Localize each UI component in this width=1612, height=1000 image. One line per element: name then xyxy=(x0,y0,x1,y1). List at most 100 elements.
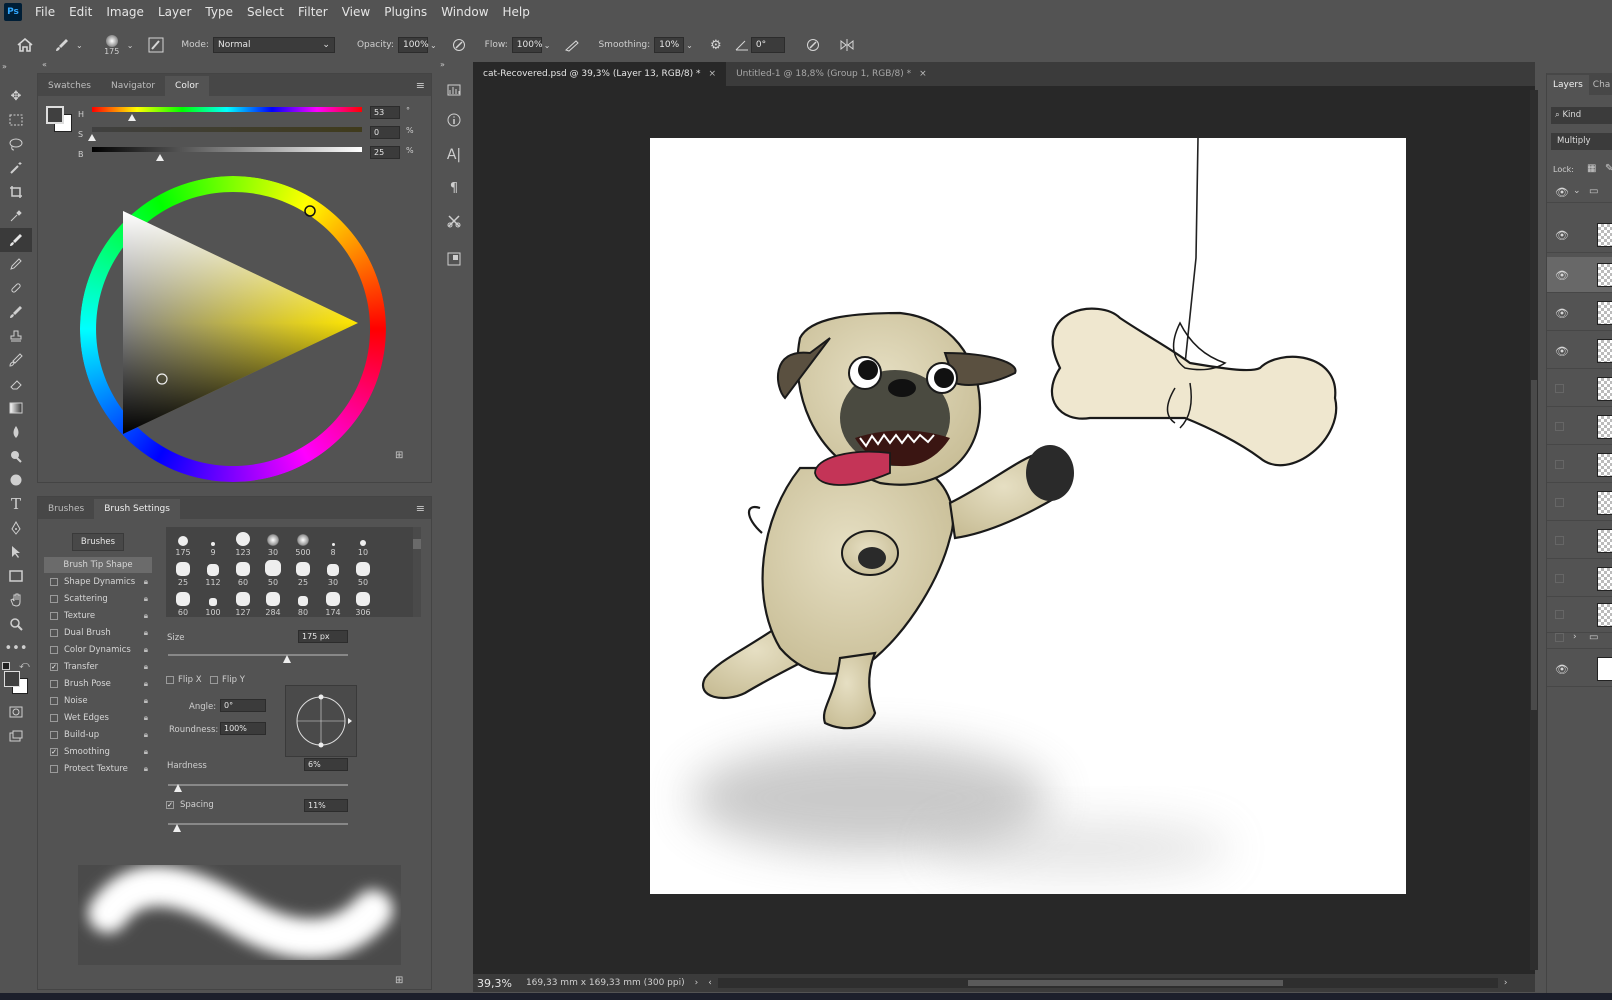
setting-checkbox[interactable] xyxy=(50,680,58,688)
tab-channels[interactable]: Cha xyxy=(1589,75,1612,95)
eye-icon[interactable]: 👁︎ xyxy=(1555,307,1569,320)
visibility-off-box[interactable] xyxy=(1555,536,1564,545)
menu-help[interactable]: Help xyxy=(496,0,537,24)
spacing-checkbox[interactable]: ✓ Spacing xyxy=(166,800,214,810)
lock-icon[interactable]: 🔒︎ xyxy=(144,730,148,740)
menu-view[interactable]: View xyxy=(335,0,377,24)
vertical-scrollbar[interactable] xyxy=(1530,90,1538,970)
paragraph-panel-icon[interactable]: ¶ xyxy=(438,175,470,201)
brush-tool-preset-icon[interactable] xyxy=(48,37,76,53)
saturation-slider[interactable] xyxy=(92,127,362,132)
tab-swatches[interactable]: Swatches xyxy=(38,76,101,96)
pencil-tool-icon[interactable] xyxy=(0,252,32,276)
brush-tip-preset[interactable]: 60 xyxy=(228,557,258,587)
foreground-chip[interactable] xyxy=(46,106,64,124)
move-tool-icon[interactable]: ✥ xyxy=(0,84,32,108)
brush-tip-preset[interactable]: 50 xyxy=(258,557,288,587)
info-icon[interactable] xyxy=(438,105,470,135)
visibility-off-box[interactable] xyxy=(1555,422,1564,431)
lock-icon[interactable]: 🔒︎ xyxy=(144,662,148,672)
layer-row[interactable] xyxy=(1547,523,1612,559)
lock-transparency-icon[interactable]: ▦ xyxy=(1587,163,1596,174)
brush-tip-preset[interactable]: 80 xyxy=(288,587,318,617)
opacity-field[interactable]: 100% xyxy=(397,37,429,53)
hue-slider-thumb[interactable] xyxy=(127,114,136,121)
scroll-left-icon[interactable]: ‹ xyxy=(708,978,712,988)
history-brush-tool-icon[interactable] xyxy=(0,348,32,372)
tip-grid-scrollbar[interactable] xyxy=(413,527,421,617)
setting-checkbox[interactable] xyxy=(50,714,58,722)
layer-group-row[interactable]: 👁︎ ⌄ ▭ xyxy=(1547,183,1612,203)
brush-setting-noise[interactable]: Noise 🔒︎ xyxy=(44,693,152,709)
menu-plugins[interactable]: Plugins xyxy=(377,0,434,24)
mixer-brush-tool-icon[interactable] xyxy=(0,300,32,324)
close-icon[interactable]: × xyxy=(919,62,927,86)
lasso-tool-icon[interactable] xyxy=(0,132,32,156)
layer-row[interactable] xyxy=(1547,597,1612,633)
lock-icon[interactable]: 🔒︎ xyxy=(144,577,148,587)
layer-row[interactable]: 👁︎ xyxy=(1547,257,1612,293)
brush-tip-preset[interactable]: 30 xyxy=(318,557,348,587)
magic-wand-tool-icon[interactable] xyxy=(0,156,32,180)
eraser-tool-icon[interactable] xyxy=(0,372,32,396)
sponge-tool-icon[interactable] xyxy=(0,468,32,492)
menu-select[interactable]: Select xyxy=(240,0,291,24)
brush-tip-preset[interactable]: 10 xyxy=(348,527,378,557)
setting-checkbox[interactable] xyxy=(50,629,58,637)
hardness-slider[interactable] xyxy=(168,784,348,786)
brush-angle-field[interactable]: 0° xyxy=(750,37,785,53)
brush-setting-protect-texture[interactable]: Protect Texture 🔒︎ xyxy=(44,761,152,777)
lock-icon[interactable]: 🔒︎ xyxy=(144,679,148,689)
brush-setting-wet-edges[interactable]: Wet Edges 🔒︎ xyxy=(44,710,152,726)
layer-row[interactable] xyxy=(1547,409,1612,445)
menu-edit[interactable]: Edit xyxy=(62,0,99,24)
brush-tip-preset[interactable]: 60 xyxy=(168,587,198,617)
brush-setting-color-dynamics[interactable]: Color Dynamics 🔒︎ xyxy=(44,642,152,658)
layer-row[interactable]: 👁︎ xyxy=(1547,295,1612,331)
brightness-slider-thumb[interactable] xyxy=(155,154,164,161)
layer-filter-kind[interactable]: ⌕ Kind xyxy=(1551,107,1612,124)
eyedropper-tool-icon[interactable] xyxy=(0,204,32,228)
spacing-slider-thumb[interactable] xyxy=(173,824,181,832)
gradient-tool-icon[interactable] xyxy=(0,396,32,420)
setting-checkbox[interactable] xyxy=(50,765,58,773)
brush-settings-toggle-icon[interactable] xyxy=(143,37,169,53)
hardness-field[interactable]: 6% xyxy=(304,758,348,771)
setting-checkbox[interactable]: ✓ xyxy=(50,663,58,671)
symmetry-icon[interactable] xyxy=(833,38,861,52)
rectangle-tool-icon[interactable] xyxy=(0,564,32,588)
flip-x-checkbox[interactable]: Flip X xyxy=(166,675,202,685)
brush-tool-icon[interactable] xyxy=(0,228,32,252)
saturation-slider-thumb[interactable] xyxy=(88,134,96,141)
eye-icon[interactable]: 👁︎ xyxy=(1555,269,1569,282)
lock-paint-icon[interactable]: ✎ xyxy=(1605,163,1612,174)
scroll-right-icon[interactable]: › xyxy=(1504,978,1508,988)
lock-icon[interactable]: 🔒︎ xyxy=(144,611,148,621)
visibility-off-box[interactable] xyxy=(1555,574,1564,583)
stamp-tool-icon[interactable] xyxy=(0,324,32,348)
smoothing-field[interactable]: 10% xyxy=(654,37,685,53)
brush-tip-preset[interactable]: 50 xyxy=(348,557,378,587)
layer-row[interactable] xyxy=(1547,447,1612,483)
size-slider[interactable] xyxy=(168,654,348,656)
menu-image[interactable]: Image xyxy=(99,0,151,24)
chevron-down-icon[interactable]: ⌄ xyxy=(430,41,437,50)
brush-tip-preset[interactable]: 306 xyxy=(348,587,378,617)
home-icon[interactable] xyxy=(10,38,40,52)
dodge-tool-icon[interactable] xyxy=(0,444,32,468)
document-tab-untitled-1[interactable]: Untitled-1 @ 18,8% (Group 1, RGB/8) * × xyxy=(726,62,937,86)
setting-checkbox[interactable] xyxy=(50,612,58,620)
brush-setting-texture[interactable]: Texture 🔒︎ xyxy=(44,608,152,624)
setting-checkbox[interactable] xyxy=(50,646,58,654)
expand-panel-icon[interactable]: ⊞ xyxy=(395,450,403,461)
marquee-tool-icon[interactable] xyxy=(0,108,32,132)
panel-menu-icon[interactable]: ≡ xyxy=(416,76,425,96)
default-colors-icon[interactable] xyxy=(2,662,10,670)
brush-tip-preset[interactable]: 127 xyxy=(228,587,258,617)
flip-y-checkbox[interactable]: Flip Y xyxy=(210,675,245,685)
type-tool-icon[interactable]: T xyxy=(0,492,32,516)
brush-tip-preset[interactable]: 175 xyxy=(168,527,198,557)
mode-select[interactable]: Normal ⌄ xyxy=(212,37,335,53)
brush-tip-preset[interactable]: 123 xyxy=(228,527,258,557)
chevron-down-icon[interactable]: ⌄ xyxy=(127,41,134,50)
